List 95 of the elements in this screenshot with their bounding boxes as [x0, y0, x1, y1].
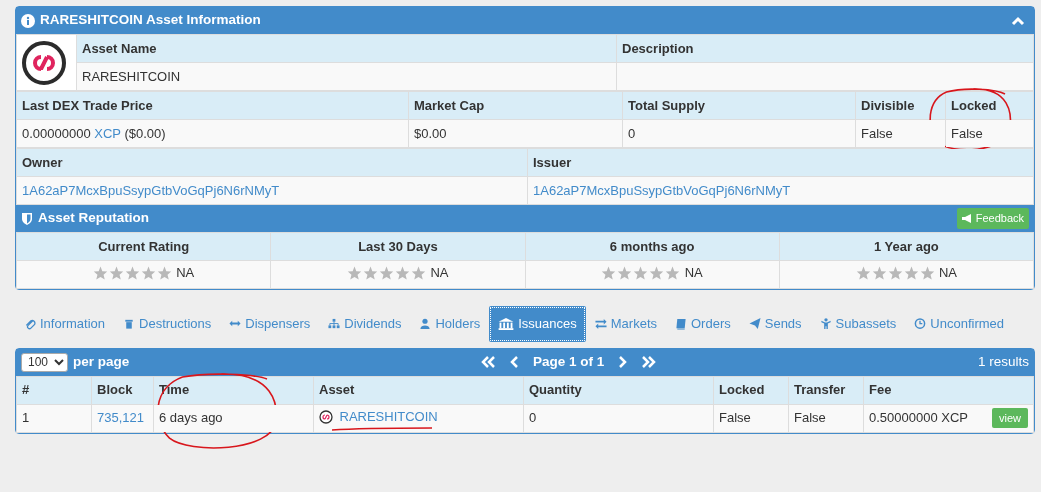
table-cell: $0.00 [408, 119, 623, 148]
table-cell: False [855, 119, 946, 148]
collapse-icon [1011, 15, 1025, 26]
star-icon [140, 266, 156, 281]
table-header: Total Supply [622, 91, 856, 120]
previous-page-icon [510, 356, 520, 368]
table-header: Divisible [855, 91, 946, 120]
table-cell: RARESHITCOIN [76, 62, 617, 91]
tab[interactable]: Dispensers [220, 306, 320, 342]
table-cell: 0.00000000 XCP ($0.00) [22, 125, 166, 141]
feedback-button[interactable]: Feedback [956, 208, 1029, 229]
star-icon [649, 266, 665, 281]
table-cell: 1 [16, 404, 92, 432]
info-icon [21, 13, 35, 28]
shield-icon [21, 211, 33, 226]
tab[interactable]: Information [15, 306, 115, 342]
results-count: 1 results [977, 352, 1029, 371]
megaphone-icon [961, 214, 973, 223]
view-button[interactable]: view [992, 407, 1028, 429]
star-icon [92, 266, 108, 281]
first-page-icon [481, 356, 497, 368]
tab[interactable]: Issuances [489, 306, 586, 342]
star-icon [919, 266, 935, 281]
tab[interactable]: Orders [666, 306, 740, 342]
currency-link[interactable]: XCP [94, 125, 121, 141]
table-cell: 6 days ago [153, 404, 314, 432]
tab[interactable]: Holders [410, 306, 490, 342]
sitemap-icon [328, 317, 341, 330]
column-header: # [16, 376, 92, 404]
panel-title: Asset Reputation [38, 209, 149, 228]
table-cell: False [945, 119, 1034, 148]
star-icon [633, 266, 649, 281]
table-header: Market Cap [408, 91, 623, 120]
tab[interactable]: Subassets [810, 306, 906, 342]
table-header: Last DEX Trade Price [16, 91, 409, 120]
tab[interactable]: Sends [739, 306, 811, 342]
star-icon [887, 266, 903, 281]
column-header: Block [91, 376, 154, 404]
per-page-label: per page [73, 352, 130, 371]
column-header: Fee [863, 376, 1034, 404]
book-icon [675, 317, 687, 330]
rating-value: NA [176, 264, 195, 283]
tab[interactable]: Dividends [319, 306, 411, 342]
last-page-icon [640, 356, 657, 368]
panel-title: RARESHITCOIN Asset Information [40, 11, 261, 30]
table-header: Asset Name [76, 34, 617, 63]
star-icon [601, 266, 617, 281]
paperclip-icon [24, 317, 36, 330]
table-header: 1 Year ago [779, 232, 1034, 261]
table-cell: False [788, 404, 864, 432]
clock-icon [914, 317, 927, 330]
person-icon [819, 317, 832, 330]
star-icon [156, 266, 172, 281]
star-icon [395, 266, 411, 281]
rating-value: NA [684, 264, 703, 283]
asset-icon [319, 409, 333, 424]
next-page-icon [617, 356, 628, 368]
per-page-select[interactable]: 100 [21, 352, 68, 372]
table-cell: False [713, 404, 789, 432]
star-icon [903, 266, 919, 281]
table-header: Owner [16, 148, 528, 177]
table-header: Issuer [527, 148, 1034, 177]
user-icon [419, 317, 432, 330]
star-icon [411, 266, 427, 281]
trash-icon [123, 317, 136, 330]
table-header: Last 30 Days [270, 232, 525, 261]
table-cell: 0 [523, 404, 714, 432]
star-icon [363, 266, 379, 281]
rating-value: NA [938, 264, 958, 283]
table-header: Description [616, 34, 1034, 63]
logo-icon [21, 39, 67, 86]
star-icon [379, 266, 395, 281]
column-header: Asset [313, 376, 524, 404]
bank-icon [498, 317, 515, 330]
star-icon [108, 266, 124, 281]
column-header: Locked [713, 376, 789, 404]
tab[interactable]: Unconfirmed [905, 306, 1013, 342]
star-icon [617, 266, 633, 281]
table-header: Current Rating [16, 232, 271, 261]
star-icon [347, 266, 363, 281]
table-cell: 0 [622, 119, 856, 148]
tab[interactable]: Markets [585, 306, 666, 342]
table-cell-text: 0.50000000 XCP [869, 409, 969, 428]
column-header: Quantity [523, 376, 714, 404]
paper-plane-icon [748, 317, 761, 330]
table-header: 6 months ago [525, 232, 780, 261]
rating-value: NA [430, 264, 449, 283]
star-icon [665, 266, 681, 281]
column-header: Transfer [788, 376, 864, 404]
tab[interactable]: Destructions [114, 306, 221, 342]
exchange-icon [594, 317, 607, 330]
star-icon [871, 266, 887, 281]
star-icon [124, 266, 140, 281]
page-label: Page 1 of 1 [533, 352, 605, 371]
star-icon [855, 266, 871, 281]
